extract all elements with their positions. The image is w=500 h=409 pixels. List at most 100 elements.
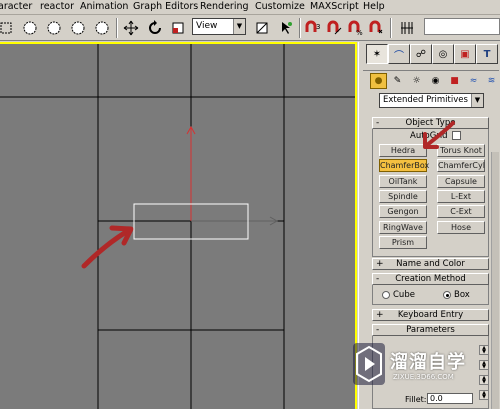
- hose-button[interactable]: Hose: [437, 221, 485, 234]
- svg-text:3: 3: [316, 23, 320, 31]
- cube-label: Cube: [393, 290, 415, 300]
- create-category-bar: ● ✎ ☼ ◉ ■ ≈ ≋: [363, 70, 499, 90]
- svg-text:%: %: [356, 29, 363, 36]
- motion-tab-glyph: ◎: [438, 48, 448, 60]
- chamfercyl-button[interactable]: ChamferCyl: [437, 159, 485, 172]
- subcategory-select[interactable]: Extended Primitives ▼: [379, 93, 484, 108]
- paint-region-icon[interactable]: [92, 18, 112, 38]
- hierarchy-tab-icon[interactable]: ☍: [410, 44, 432, 64]
- select-manipulate-icon[interactable]: [276, 18, 296, 38]
- percent-snap-icon[interactable]: %: [345, 18, 365, 38]
- panel-annotation-arrow: [423, 121, 455, 149]
- parameters-rollout-header[interactable]: - Parameters: [372, 324, 489, 336]
- space-warps-icon[interactable]: ≈: [465, 73, 482, 89]
- helpers-glyph: ■: [450, 76, 459, 86]
- helpers-icon[interactable]: ■: [446, 73, 463, 89]
- menu-customize[interactable]: Customize: [255, 1, 305, 12]
- box-label: Box: [454, 290, 470, 300]
- fillet-label: Fillet:: [405, 395, 427, 404]
- watermark: 溜溜自学 ZIXUE.3D66.COM: [353, 343, 471, 391]
- space-warps-glyph: ≈: [469, 76, 478, 86]
- edit-named-selection-icon[interactable]: [397, 18, 417, 38]
- chevron-down-icon[interactable]: ▼: [233, 19, 245, 34]
- cameras-icon[interactable]: ◉: [427, 73, 444, 89]
- cameras-glyph: ◉: [431, 76, 440, 86]
- move-icon[interactable]: [121, 18, 141, 38]
- l-ext-button[interactable]: L-Ext: [437, 190, 485, 203]
- capsule-button[interactable]: Capsule: [437, 175, 485, 188]
- collapse-icon: -: [376, 274, 380, 284]
- watermark-url: ZIXUE.3D66.COM: [393, 373, 454, 381]
- display-tab-glyph: ▣: [460, 48, 470, 60]
- view-select-value: View: [196, 21, 218, 31]
- perspective-viewport[interactable]: [0, 42, 357, 409]
- chamferbox-button[interactable]: ChamferBox: [379, 159, 429, 172]
- lights-icon[interactable]: ☼: [408, 73, 425, 89]
- menu-help[interactable]: Help: [363, 1, 385, 12]
- lights-glyph: ☼: [412, 76, 421, 86]
- command-panel-tabs: ✶ ⌒ ☍ ◎ ▣ T: [363, 44, 499, 64]
- name-color-title: Name and Color: [396, 259, 465, 269]
- expand-icon: +: [376, 310, 384, 320]
- length-spinner[interactable]: ▲ ▼: [479, 345, 489, 355]
- select-region-icon[interactable]: [0, 18, 16, 38]
- collapse-icon: -: [376, 118, 380, 128]
- spinner-snap-icon[interactable]: [366, 18, 386, 38]
- motion-tab-icon[interactable]: ◎: [432, 44, 454, 64]
- named-selection-input[interactable]: [424, 18, 500, 35]
- name-color-rollout-header[interactable]: + Name and Color: [372, 258, 489, 270]
- systems-icon[interactable]: ≋: [483, 73, 500, 89]
- ringwave-button[interactable]: RingWave: [379, 221, 427, 234]
- menu-animation[interactable]: Animation: [80, 1, 128, 12]
- height-spinner[interactable]: ▲ ▼: [479, 375, 489, 385]
- box-radio-option[interactable]: Box: [443, 290, 470, 300]
- active-viewport-border: [0, 42, 357, 409]
- fillet-spinner[interactable]: ▲ ▼: [479, 390, 489, 400]
- collapse-icon: -: [376, 325, 380, 335]
- toolbar-separator: [299, 18, 301, 38]
- prism-button[interactable]: Prism: [379, 236, 427, 249]
- oiltank-button[interactable]: OilTank: [379, 175, 427, 188]
- cube-radio[interactable]: [382, 291, 390, 299]
- utilities-tab-glyph: T: [483, 48, 491, 60]
- menu-character[interactable]: aracter: [0, 1, 32, 12]
- modify-tab-glyph: ⌒: [394, 50, 404, 62]
- pivot-icon[interactable]: [252, 18, 272, 38]
- toolbar-separator: [390, 18, 392, 38]
- menu-rendering[interactable]: Rendering: [200, 1, 249, 12]
- gengon-button[interactable]: Gengon: [379, 205, 427, 218]
- geometry-glyph: ●: [374, 76, 383, 86]
- menu-graph-editors[interactable]: Graph Editors: [133, 1, 198, 12]
- menu-maxscript[interactable]: MAXScript: [310, 1, 359, 12]
- lasso-region-icon[interactable]: [68, 18, 88, 38]
- spindle-button[interactable]: Spindle: [379, 190, 427, 203]
- geometry-icon[interactable]: ●: [370, 73, 387, 89]
- hierarchy-tab-glyph: ☍: [415, 48, 427, 60]
- watermark-text: 溜溜自学: [390, 352, 466, 373]
- keyboard-entry-title: Keyboard Entry: [397, 310, 464, 320]
- shapes-glyph: ✎: [393, 76, 402, 86]
- fillet-input[interactable]: 0.0: [427, 393, 473, 404]
- menu-reactor[interactable]: reactor: [40, 1, 74, 12]
- circle-region-icon[interactable]: [20, 18, 40, 38]
- menu-bar: aracter reactor Animation Graph Editors …: [0, 0, 500, 15]
- reference-coordinate-select[interactable]: View ▼: [192, 18, 246, 35]
- utilities-tab-icon[interactable]: T: [476, 44, 498, 64]
- cube-radio-option[interactable]: Cube: [382, 290, 415, 300]
- scale-icon[interactable]: [168, 18, 188, 38]
- snap-icon[interactable]: 3: [303, 18, 323, 38]
- creation-method-rollout-header[interactable]: - Creation Method: [372, 273, 489, 285]
- rotate-icon[interactable]: [145, 18, 165, 38]
- box-radio[interactable]: [443, 291, 451, 299]
- shapes-icon[interactable]: ✎: [389, 73, 406, 89]
- c-ext-button[interactable]: C-Ext: [437, 205, 485, 218]
- width-spinner[interactable]: ▲ ▼: [479, 360, 489, 370]
- keyboard-entry-rollout-header[interactable]: + Keyboard Entry: [372, 309, 489, 321]
- fence-region-icon[interactable]: [44, 18, 64, 38]
- display-tab-icon[interactable]: ▣: [454, 44, 476, 64]
- modify-tab-icon[interactable]: ⌒: [388, 44, 410, 64]
- create-tab-icon[interactable]: ✶: [366, 44, 388, 64]
- chevron-down-icon[interactable]: ▼: [471, 94, 483, 107]
- angle-snap-icon[interactable]: [324, 18, 344, 38]
- command-panel-scrollbar[interactable]: [491, 152, 499, 409]
